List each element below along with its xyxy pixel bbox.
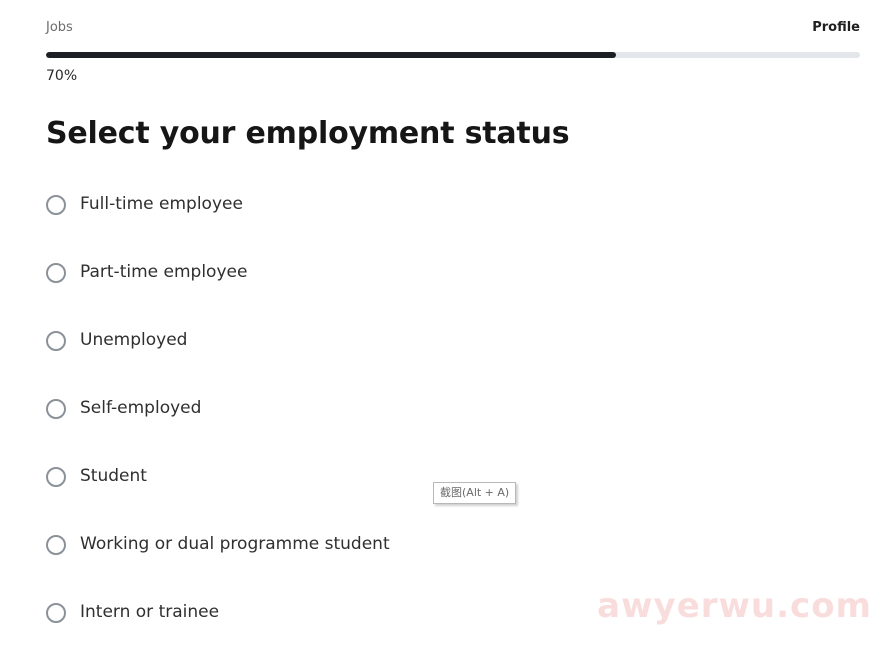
progress-bar-fill xyxy=(46,52,616,58)
option-label: Intern or trainee xyxy=(80,602,220,622)
radio-button[interactable] xyxy=(46,263,66,283)
radio-button[interactable] xyxy=(46,603,66,623)
radio-button[interactable] xyxy=(46,535,66,555)
progress-bar xyxy=(46,52,860,58)
option-label: Self-employed xyxy=(80,398,202,418)
step-label-profile: Profile xyxy=(812,20,860,35)
radio-button[interactable] xyxy=(46,195,66,215)
option-student[interactable]: Student xyxy=(46,460,806,528)
option-label: Working or dual programme student xyxy=(80,534,390,554)
option-full-time-employee[interactable]: Full-time employee xyxy=(46,188,806,256)
watermark: awyerwu.com xyxy=(597,586,872,626)
radio-button[interactable] xyxy=(46,331,66,351)
page-title: Select your employment status xyxy=(46,116,570,151)
option-self-employed[interactable]: Self-employed xyxy=(46,392,806,460)
option-label: Unemployed xyxy=(80,330,188,350)
option-part-time-employee[interactable]: Part-time employee xyxy=(46,256,806,324)
option-label: Full-time employee xyxy=(80,194,243,214)
option-label: Student xyxy=(80,466,147,486)
screenshot-tooltip: 截图(Alt + A) xyxy=(433,482,517,504)
radio-button[interactable] xyxy=(46,467,66,487)
progress-header: Jobs Profile xyxy=(46,20,860,40)
step-label-jobs[interactable]: Jobs xyxy=(46,20,73,35)
radio-button[interactable] xyxy=(46,399,66,419)
option-unemployed[interactable]: Unemployed xyxy=(46,324,806,392)
progress-percent: 70% xyxy=(46,68,78,84)
option-label: Part-time employee xyxy=(80,262,248,282)
